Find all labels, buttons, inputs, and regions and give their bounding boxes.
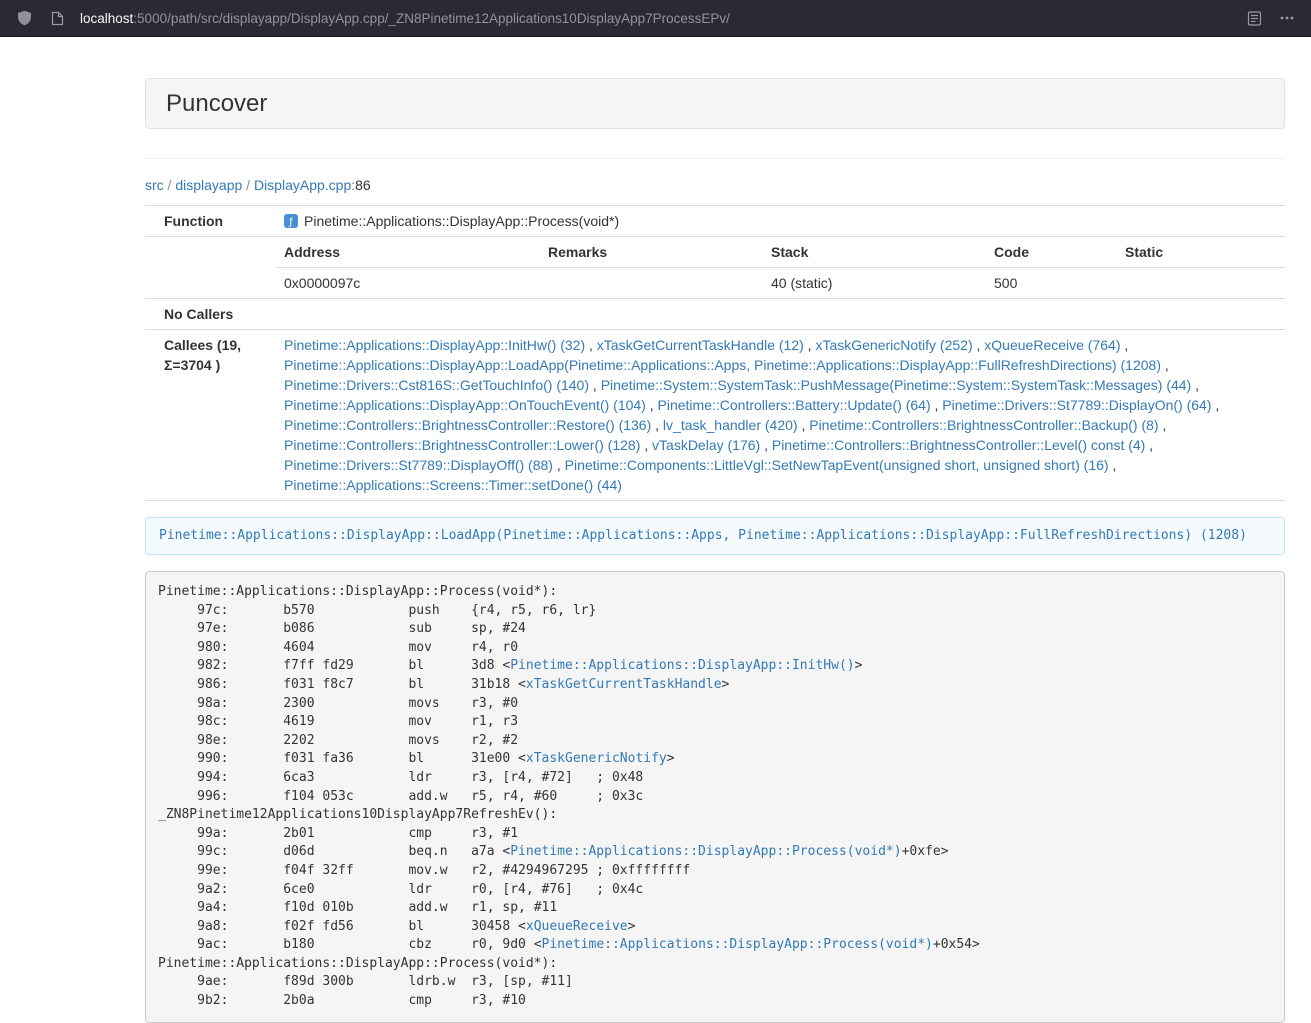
breadcrumb-separator: / xyxy=(164,177,176,193)
no-callers-label: No Callers xyxy=(145,299,276,330)
callee-link[interactable]: Pinetime::Applications::Screens::Timer::… xyxy=(284,477,622,493)
function-label: Function xyxy=(145,206,276,237)
metrics-row: Address Remarks Stack Code Static 0x0000… xyxy=(145,237,1285,299)
callees-label: Callees (19, Σ=3704 ) xyxy=(145,330,276,501)
disassembly-symbol-link[interactable]: Pinetime::Applications::DisplayApp::Proc… xyxy=(510,844,901,859)
callee-separator: , xyxy=(804,337,816,353)
callee-link[interactable]: xQueueReceive (764) xyxy=(984,337,1120,353)
page-title-box: Puncover xyxy=(145,78,1285,129)
stack-value: 40 (static) xyxy=(763,268,986,299)
callee-link[interactable]: Pinetime::Controllers::Battery::Update()… xyxy=(658,397,931,413)
function-name: Pinetime::Applications::DisplayApp::Proc… xyxy=(304,213,619,229)
callee-separator: , xyxy=(553,457,565,473)
col-static: Static xyxy=(1117,237,1285,268)
callee-separator: , xyxy=(1161,357,1169,373)
breadcrumb-separator: / xyxy=(242,177,254,193)
callees-cell: Pinetime::Applications::DisplayApp::Init… xyxy=(276,330,1285,501)
highlighted-callee-box: Pinetime::Applications::DisplayApp::Load… xyxy=(145,517,1285,555)
callee-separator: , xyxy=(1191,377,1199,393)
code-value: 500 xyxy=(986,268,1117,299)
menu-dots-icon[interactable] xyxy=(1277,8,1297,28)
callee-link[interactable]: Pinetime::Drivers::St7789::DisplayOff() … xyxy=(284,457,553,473)
breadcrumb-link[interactable]: displayapp xyxy=(175,177,242,193)
remarks-value xyxy=(540,268,763,299)
metrics-cell: Address Remarks Stack Code Static 0x0000… xyxy=(276,237,1285,299)
function-icon: ƒ xyxy=(284,214,298,228)
disassembly-symbol-link[interactable]: Pinetime::Applications::DisplayApp::Init… xyxy=(510,658,854,673)
no-callers-cell xyxy=(276,299,1285,330)
url-path: :5000/path/src/displayapp/DisplayApp.cpp… xyxy=(133,11,730,26)
callee-link[interactable]: Pinetime::Controllers::BrightnessControl… xyxy=(809,417,1158,433)
highlighted-callee-link[interactable]: Pinetime::Applications::DisplayApp::Load… xyxy=(159,528,1247,543)
function-table: Function ƒ Pinetime::Applications::Displ… xyxy=(145,205,1285,501)
callee-link[interactable]: Pinetime::Applications::DisplayApp::OnTo… xyxy=(284,397,646,413)
metrics-header-row: Address Remarks Stack Code Static xyxy=(276,237,1285,268)
divider xyxy=(145,158,1285,159)
page-title: Puncover xyxy=(166,90,1264,117)
col-remarks: Remarks xyxy=(540,237,763,268)
callee-link[interactable]: Pinetime::Controllers::BrightnessControl… xyxy=(284,417,651,433)
callee-link[interactable]: Pinetime::Applications::DisplayApp::Init… xyxy=(284,337,585,353)
callee-link[interactable]: xTaskGenericNotify (252) xyxy=(815,337,972,353)
breadcrumb-line-number: 86 xyxy=(355,177,371,193)
breadcrumb-link[interactable]: src xyxy=(145,177,164,193)
callee-separator: , xyxy=(640,437,652,453)
callee-separator: , xyxy=(1145,437,1153,453)
callee-separator: , xyxy=(589,377,601,393)
callee-link[interactable]: Pinetime::Controllers::BrightnessControl… xyxy=(772,437,1145,453)
shield-icon[interactable] xyxy=(14,8,34,28)
metrics-table: Address Remarks Stack Code Static 0x0000… xyxy=(276,237,1285,298)
function-name-cell: ƒ Pinetime::Applications::DisplayApp::Pr… xyxy=(276,206,1285,237)
reader-mode-icon[interactable] xyxy=(1244,8,1264,28)
col-stack: Stack xyxy=(763,237,986,268)
metrics-row-label xyxy=(145,237,276,299)
callee-separator: , xyxy=(1212,397,1220,413)
svg-text:ƒ: ƒ xyxy=(288,217,293,228)
callee-link[interactable]: Pinetime::Components::LittleVgl::SetNewT… xyxy=(565,457,1109,473)
callee-separator: , xyxy=(585,337,597,353)
disassembly-symbol-link[interactable]: xTaskGenericNotify xyxy=(526,751,667,766)
callee-link[interactable]: Pinetime::Drivers::St7789::DisplayOn() (… xyxy=(942,397,1211,413)
disassembly-symbol-link[interactable]: Pinetime::Applications::DisplayApp::Proc… xyxy=(542,937,933,952)
address-value: 0x0000097c xyxy=(276,268,540,299)
callee-separator: , xyxy=(973,337,985,353)
no-callers-row: No Callers xyxy=(145,299,1285,330)
callee-link[interactable]: Pinetime::Controllers::BrightnessControl… xyxy=(284,437,640,453)
col-address: Address xyxy=(276,237,540,268)
callee-separator: , xyxy=(760,437,772,453)
callee-separator: , xyxy=(1159,417,1167,433)
callee-separator: , xyxy=(798,417,810,433)
callee-separator: , xyxy=(1120,337,1128,353)
callee-separator: , xyxy=(1109,457,1117,473)
breadcrumb-link[interactable]: DisplayApp.cpp: xyxy=(254,177,355,193)
col-code: Code xyxy=(986,237,1117,268)
url-bar[interactable]: localhost:5000/path/src/displayapp/Displ… xyxy=(80,11,1231,26)
callee-link[interactable]: xTaskGetCurrentTaskHandle (12) xyxy=(597,337,804,353)
disassembly-symbol-link[interactable]: xTaskGetCurrentTaskHandle xyxy=(526,677,722,692)
callee-link[interactable]: lv_task_handler (420) xyxy=(663,417,798,433)
static-value xyxy=(1117,268,1285,299)
breadcrumb: src / displayapp / DisplayApp.cpp:86 xyxy=(145,177,1285,193)
disassembly: Pinetime::Applications::DisplayApp::Proc… xyxy=(145,571,1285,1023)
metrics-value-row: 0x0000097c 40 (static) 500 xyxy=(276,268,1285,299)
callees-row: Callees (19, Σ=3704 ) Pinetime::Applicat… xyxy=(145,330,1285,501)
callee-separator: , xyxy=(646,397,658,413)
callee-link[interactable]: Pinetime::Drivers::Cst816S::GetTouchInfo… xyxy=(284,377,589,393)
disassembly-symbol-link[interactable]: xQueueReceive xyxy=(526,919,628,934)
callee-link[interactable]: Pinetime::Applications::DisplayApp::Load… xyxy=(284,357,1161,373)
callee-separator: , xyxy=(931,397,943,413)
callee-separator: , xyxy=(651,417,663,433)
callee-link[interactable]: vTaskDelay (176) xyxy=(652,437,760,453)
url-host: localhost xyxy=(80,11,133,26)
browser-chrome: localhost:5000/path/src/displayapp/Displ… xyxy=(0,0,1311,37)
callee-link[interactable]: Pinetime::System::SystemTask::PushMessag… xyxy=(601,377,1192,393)
function-row: Function ƒ Pinetime::Applications::Displ… xyxy=(145,206,1285,237)
page-icon xyxy=(47,8,67,28)
page-content: Puncover src / displayapp / DisplayApp.c… xyxy=(145,37,1285,1023)
